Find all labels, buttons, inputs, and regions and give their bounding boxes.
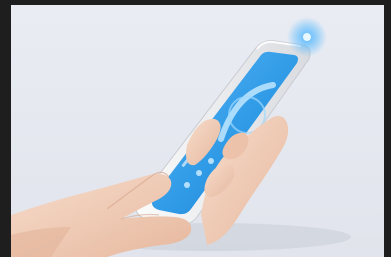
frame-left-border xyxy=(0,0,11,257)
photo-frame xyxy=(0,0,391,257)
product-photo xyxy=(11,5,384,257)
hand-phone-illustration xyxy=(11,17,351,257)
frame-right-border xyxy=(384,0,391,257)
